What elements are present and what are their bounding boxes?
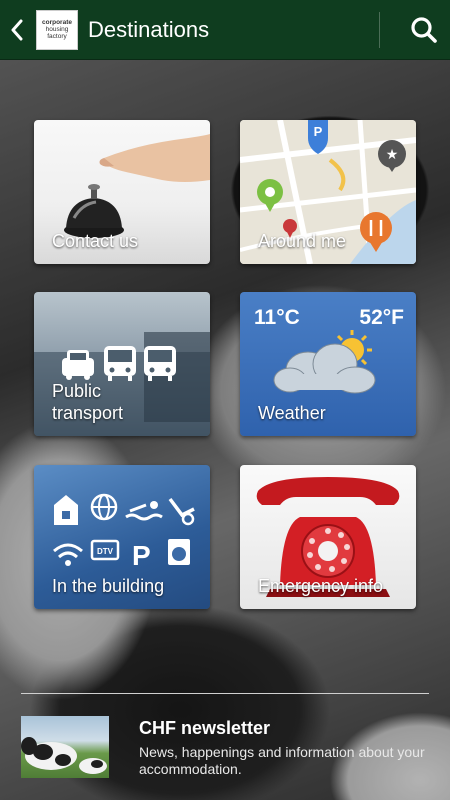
search-button[interactable] bbox=[398, 0, 450, 60]
globe-icon bbox=[90, 493, 118, 521]
header-divider bbox=[379, 11, 380, 48]
tile-weather[interactable]: 11°C 52°F Weather bbox=[240, 292, 416, 436]
swimming-icon bbox=[125, 501, 163, 521]
app-logo[interactable]: corporate housing factory bbox=[36, 9, 78, 50]
page-title: Destinations bbox=[88, 16, 210, 42]
newsletter-title[interactable]: CHF newsletter bbox=[139, 718, 270, 739]
svg-text:P: P bbox=[314, 124, 323, 139]
logo-line-3: factory bbox=[47, 33, 67, 40]
tile-label: Public transport bbox=[52, 381, 124, 423]
tile-public-transport[interactable]: Public transport bbox=[34, 292, 210, 436]
wifi-icon bbox=[53, 543, 83, 566]
lock-icon bbox=[54, 495, 78, 525]
tile-label: Emergency info bbox=[258, 576, 384, 596]
fitness-icon bbox=[168, 497, 195, 526]
svg-text:DTV: DTV bbox=[97, 547, 114, 556]
tile-contact-us[interactable]: Contact us bbox=[34, 120, 210, 264]
newsletter-thumbnail[interactable] bbox=[21, 716, 109, 778]
app-header: corporate housing factory Destinations bbox=[0, 0, 450, 60]
bus-icon bbox=[104, 346, 136, 381]
back-button[interactable] bbox=[0, 0, 34, 60]
cow-image bbox=[21, 737, 107, 774]
newsletter-description: News, happenings and information about y… bbox=[139, 744, 425, 777]
search-icon bbox=[411, 16, 437, 43]
tile-emergency-info[interactable]: Emergency info bbox=[240, 465, 416, 609]
tv-icon: DTV bbox=[90, 539, 120, 561]
tile-label: Contact us bbox=[52, 231, 139, 251]
chevron-left-icon bbox=[11, 19, 23, 40]
section-divider bbox=[21, 693, 429, 694]
svg-text:P: P bbox=[132, 540, 151, 571]
tile-label: Weather bbox=[258, 403, 326, 423]
parking-icon: P bbox=[132, 540, 151, 571]
logo-line-2: housing bbox=[45, 26, 69, 33]
tram-icon bbox=[144, 346, 176, 381]
tile-label: In the building bbox=[52, 576, 165, 596]
washing-machine-icon bbox=[168, 539, 190, 565]
tile-label: Around me bbox=[258, 231, 347, 251]
svg-text:★: ★ bbox=[386, 147, 399, 163]
logo-line-1: corporate bbox=[42, 19, 72, 26]
tile-around-me[interactable]: P ★ Around me bbox=[240, 120, 416, 264]
tile-in-the-building[interactable]: DTV P In the building bbox=[34, 465, 210, 609]
